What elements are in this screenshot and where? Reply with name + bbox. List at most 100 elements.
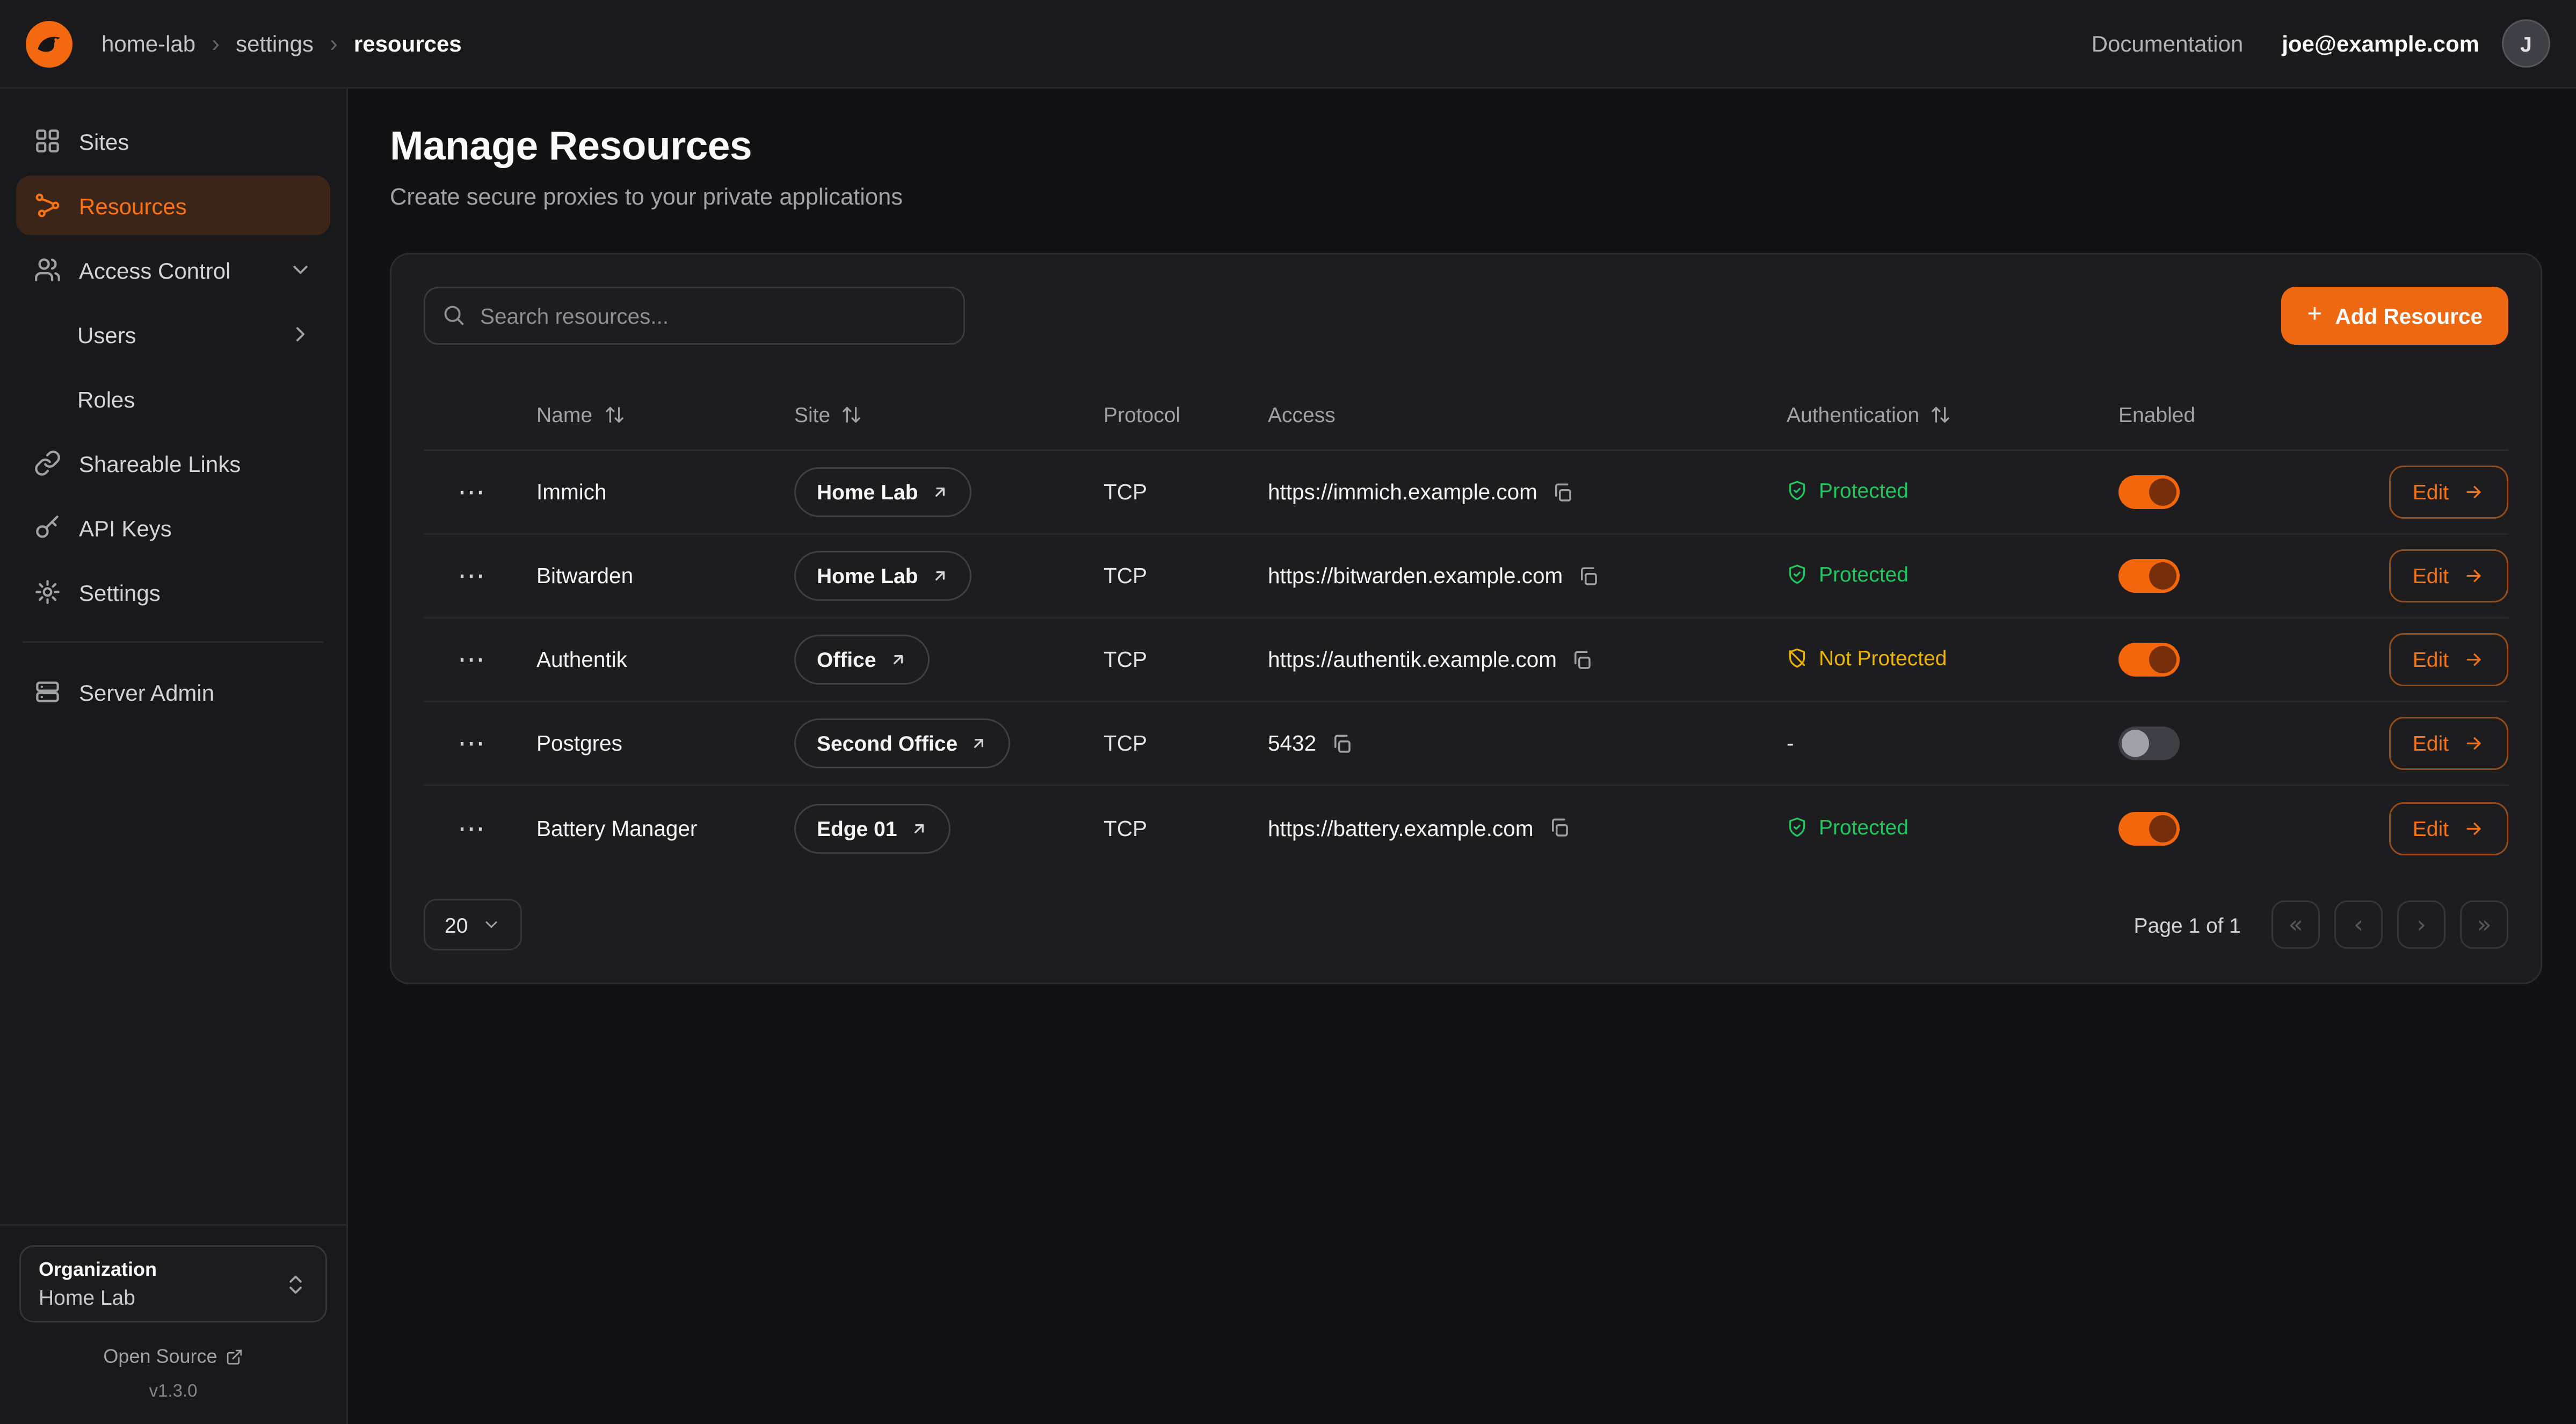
enabled-toggle[interactable] (2118, 475, 2180, 509)
site-link-button[interactable]: Office (794, 635, 930, 685)
page-subtitle: Create secure proxies to your private ap… (390, 185, 2542, 211)
copy-icon[interactable] (1577, 565, 1600, 587)
edit-button[interactable]: Edit (2389, 549, 2508, 602)
shield-check-icon (1787, 816, 1808, 837)
sidebar-item-label: Shareable Links (79, 451, 241, 476)
edit-button[interactable]: Edit (2389, 633, 2508, 686)
table-header-row: Name Site Protocol (424, 380, 2508, 451)
resource-name: Authentik (536, 648, 794, 672)
shield-check-icon (1787, 480, 1808, 501)
column-header-authentication[interactable]: Authentication (1787, 403, 2118, 427)
previous-page-button[interactable]: ‹ (2334, 900, 2383, 949)
link-icon (34, 449, 61, 477)
column-header-name[interactable]: Name (536, 403, 794, 427)
shield-off-icon (1787, 648, 1808, 669)
table-row: ⋯ Bitwarden Home Lab TCP https://bitward… (424, 535, 2508, 619)
sidebar-item-label: Users (77, 322, 136, 347)
site-link-button[interactable]: Home Lab (794, 551, 971, 601)
site-link-button[interactable]: Edge 01 (794, 803, 950, 853)
row-menu-icon[interactable]: ⋯ (424, 730, 536, 757)
row-menu-icon[interactable]: ⋯ (424, 478, 536, 506)
arrow-up-right-icon (931, 483, 949, 501)
topbar: home-lab › settings › resources Document… (0, 0, 2576, 89)
sidebar-footer: Organization Home Lab Open Source v1.3.0 (0, 1224, 346, 1424)
resource-name: Postgres (536, 731, 794, 755)
chevron-right-icon (288, 322, 313, 346)
protocol-value: TCP (1104, 816, 1268, 840)
resources-card: + Add Resource Name (390, 253, 2542, 984)
sidebar-item-access-control[interactable]: Access Control (16, 240, 330, 300)
open-source-link[interactable]: Open Source (19, 1345, 327, 1368)
protocol-value: TCP (1104, 648, 1268, 672)
enabled-toggle[interactable] (2118, 559, 2180, 593)
server-icon (34, 678, 61, 706)
copy-icon[interactable] (1571, 649, 1594, 671)
arrow-up-right-icon (910, 819, 928, 837)
add-resource-button[interactable]: + Add Resource (2281, 287, 2508, 345)
edit-button[interactable]: Edit (2389, 802, 2508, 855)
sidebar-item-api-keys[interactable]: API Keys (16, 498, 330, 557)
sidebar-item-shareable-links[interactable]: Shareable Links (16, 433, 330, 493)
copy-icon[interactable] (1331, 732, 1353, 755)
breadcrumb-item-org[interactable]: home-lab (101, 31, 195, 56)
row-menu-icon[interactable]: ⋯ (424, 815, 536, 842)
edit-button[interactable]: Edit (2389, 717, 2508, 770)
enabled-toggle[interactable] (2118, 643, 2180, 677)
page-size-select[interactable]: 20 (424, 899, 523, 950)
resources-toolbar: + Add Resource (424, 287, 2508, 345)
open-source-label: Open Source (103, 1345, 217, 1368)
sidebar-item-sites[interactable]: Sites (16, 111, 330, 171)
organization-value: Home Lab (39, 1285, 284, 1310)
column-header-enabled: Enabled (2118, 403, 2328, 427)
copy-icon[interactable] (1548, 817, 1570, 839)
enabled-toggle[interactable] (2118, 811, 2180, 845)
sidebar-item-resources[interactable]: Resources (16, 176, 330, 235)
sidebar-item-label: Roles (77, 386, 135, 412)
documentation-link[interactable]: Documentation (2092, 31, 2244, 56)
arrow-right-icon (2463, 482, 2484, 503)
edit-label: Edit (2413, 648, 2449, 672)
site-link-button[interactable]: Second Office (794, 718, 1011, 768)
auth-status-label: Protected (1819, 562, 1909, 586)
auth-status-label: Protected (1819, 478, 1909, 503)
sidebar-item-roles[interactable]: Roles (16, 369, 330, 428)
column-header-label: Authentication (1787, 403, 1919, 427)
enabled-toggle[interactable] (2118, 726, 2180, 760)
chevron-down-icon (482, 915, 502, 934)
column-header-site[interactable]: Site (794, 403, 1104, 427)
site-link-button[interactable]: Home Lab (794, 467, 971, 517)
row-menu-icon[interactable]: ⋯ (424, 562, 536, 590)
breadcrumb: home-lab › settings › resources (101, 30, 462, 57)
copy-icon[interactable] (1552, 481, 1574, 504)
app-logo-icon[interactable] (26, 20, 72, 67)
gear-icon (34, 578, 61, 606)
arrow-right-icon (2463, 818, 2484, 839)
row-menu-icon[interactable]: ⋯ (424, 646, 536, 673)
last-page-button[interactable]: » (2460, 900, 2508, 949)
next-page-button[interactable]: › (2397, 900, 2446, 949)
sidebar-divider (23, 641, 324, 643)
table-row: ⋯ Postgres Second Office TCP 5432 (424, 702, 2508, 786)
sidebar-nav: Sites Resources Access Control (0, 89, 346, 1224)
organization-selector[interactable]: Organization Home Lab (19, 1245, 327, 1323)
external-link-icon (226, 1348, 243, 1365)
protocol-value: TCP (1104, 731, 1268, 755)
first-page-button[interactable]: « (2272, 900, 2320, 949)
shield-check-icon (1787, 564, 1808, 585)
table-row: ⋯ Immich Home Lab TCP https://immich.exa… (424, 451, 2508, 535)
page-title: Manage Resources (390, 124, 2542, 171)
sidebar-item-users[interactable]: Users (16, 304, 330, 364)
search-input[interactable] (424, 287, 965, 345)
breadcrumb-item-settings[interactable]: settings (236, 31, 314, 56)
avatar[interactable]: J (2502, 19, 2550, 68)
sidebar-item-label: API Keys (79, 515, 172, 541)
table-row: ⋯ Battery Manager Edge 01 TCP https://ba… (424, 786, 2508, 870)
sidebar-item-label: Access Control (79, 257, 230, 283)
edit-button[interactable]: Edit (2389, 466, 2508, 519)
chevrons-up-down-icon (284, 1272, 308, 1296)
user-email[interactable]: joe@example.com (2282, 31, 2479, 56)
access-url: https://battery.example.com (1268, 816, 1533, 840)
sidebar-item-settings[interactable]: Settings (16, 562, 330, 622)
sidebar-item-server-admin[interactable]: Server Admin (16, 662, 330, 722)
resource-name: Immich (536, 480, 794, 504)
